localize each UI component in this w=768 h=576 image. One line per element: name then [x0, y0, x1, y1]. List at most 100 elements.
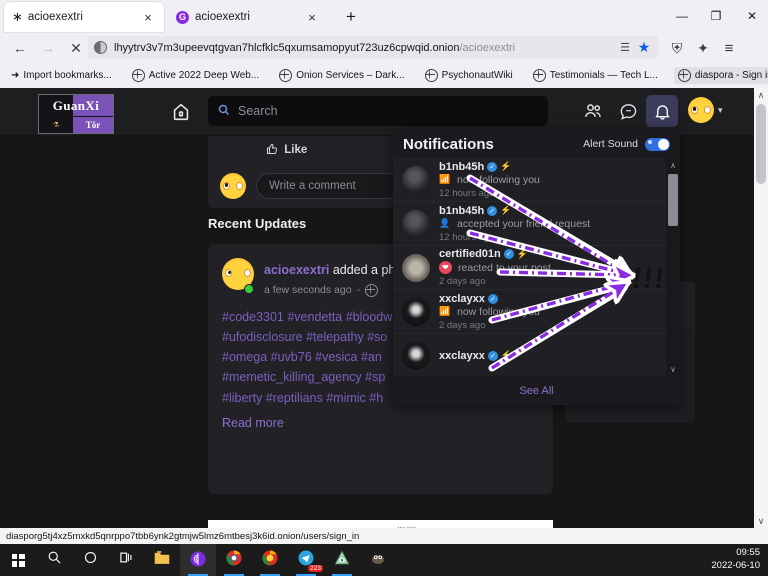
bell-icon[interactable]: [646, 95, 678, 127]
notification-username[interactable]: b1nb45h: [439, 161, 484, 173]
thumbs-up-icon: [266, 143, 278, 158]
search-button[interactable]: [36, 544, 72, 576]
verified-badge-icon: ✓: [487, 293, 498, 304]
like-button[interactable]: Like: [266, 143, 307, 158]
site-info-icon[interactable]: [94, 41, 107, 54]
bookmark-import[interactable]: ➜ Import bookmarks...: [7, 68, 116, 83]
circle-icon: [83, 550, 98, 570]
address-bar[interactable]: lhyytrv3v7m3upeevqtgvan7hlcfklc5qxumsamo…: [88, 36, 658, 59]
post-avatar[interactable]: [222, 258, 254, 295]
file-explorer-button[interactable]: [144, 544, 180, 576]
bookmark-testimonials[interactable]: Testimonials — Tech L...: [529, 67, 662, 84]
tor-icon: [189, 550, 207, 571]
scroll-down-icon[interactable]: ∨: [666, 362, 680, 376]
bookmark-active-deep-web[interactable]: Active 2022 Deep Web...: [128, 67, 263, 84]
avatar: [402, 165, 430, 194]
cortana-button[interactable]: [72, 544, 108, 576]
chrome-app-1-button[interactable]: [216, 544, 252, 576]
notifications-list[interactable]: b1nb45h ✓ ⚡ 📶 now following you 12 hours…: [393, 158, 666, 376]
telegram-badge: 223: [308, 565, 323, 572]
friends-icon[interactable]: [578, 97, 608, 125]
post-author[interactable]: acioexextri: [264, 263, 329, 277]
notification-item[interactable]: b1nb45h ✓ ⚡ 📶 now following you 12 hours…: [393, 158, 666, 202]
browser-tab-2[interactable]: G acioexextri ×: [168, 2, 328, 32]
page-scrollbar[interactable]: ∧ ∨: [754, 88, 768, 528]
alert-sound-toggle[interactable]: [645, 137, 670, 151]
bookmark-diaspora-sign-in[interactable]: diaspora - Sign in: [673, 67, 768, 84]
tab-strip: ∗ acioexextri × G acioexextri × + — ❐ ✕: [0, 0, 768, 32]
shield-icon[interactable]: ⛨: [665, 36, 689, 60]
task-view-button[interactable]: [108, 544, 144, 576]
scroll-down-icon[interactable]: ∨: [754, 514, 768, 528]
notification-username[interactable]: b1nb45h: [439, 205, 484, 217]
stop-button[interactable]: ✕: [64, 36, 88, 60]
scroll-up-icon[interactable]: ∧: [666, 158, 680, 172]
bookmark-label: diaspora - Sign in: [694, 70, 768, 81]
back-button[interactable]: ←: [8, 36, 32, 60]
start-button[interactable]: [0, 544, 36, 576]
bookmark-label: Onion Services – Dark...: [296, 70, 405, 81]
notification-item[interactable]: certified01n ✓ ⚡ ❤ reacted to your post …: [393, 246, 666, 290]
new-identity-icon[interactable]: ✦: [691, 36, 715, 60]
see-all-link[interactable]: See All: [393, 376, 680, 405]
scrollbar-thumb[interactable]: [756, 104, 766, 184]
reader-mode-icon[interactable]: ☰: [617, 40, 633, 56]
bookmark-onion-services[interactable]: Onion Services – Dark...: [275, 67, 408, 84]
search-input[interactable]: Search: [208, 96, 548, 126]
bookmark-psychonautwiki[interactable]: PsychonautWiki: [421, 67, 517, 84]
user-menu[interactable]: ▾: [688, 97, 723, 123]
messages-icon[interactable]: [613, 97, 643, 125]
alert-sound-label: Alert Sound: [583, 138, 638, 150]
browser-chrome: ∗ acioexextri × G acioexextri × + — ❐ ✕ …: [0, 0, 768, 88]
notifications-scrollbar[interactable]: ∧ ∨: [666, 158, 680, 376]
notifications-header: Notifications Alert Sound: [393, 130, 680, 158]
globe-icon: [131, 69, 145, 82]
window-close-button[interactable]: ✕: [738, 4, 766, 28]
taskbar: 223: [0, 544, 768, 576]
post-image[interactable]: MarketSocialism Mutualism RicardianSocia…: [208, 520, 553, 528]
search-icon: [218, 104, 230, 119]
import-icon: ➜: [11, 70, 20, 81]
close-icon[interactable]: ×: [140, 9, 156, 25]
notification-username[interactable]: xxclayxx: [439, 293, 485, 305]
notification-item[interactable]: b1nb45h ✓ ⚡ 👤 accepted your friend reque…: [393, 202, 666, 246]
chevron-down-icon: ▾: [718, 104, 723, 115]
window-minimize-button[interactable]: —: [668, 4, 696, 28]
telegram-button[interactable]: 223: [288, 544, 324, 576]
gimp-icon: [369, 549, 387, 572]
window-maximize-button[interactable]: ❐: [702, 4, 730, 28]
folder-icon: [153, 550, 171, 571]
close-icon[interactable]: ×: [304, 9, 320, 25]
bookmark-star-icon[interactable]: ★: [636, 39, 652, 56]
notification-username[interactable]: certified01n: [439, 248, 501, 260]
avatar: [402, 209, 430, 238]
post-title: acioexextri added a photo: [264, 258, 413, 280]
scroll-up-icon[interactable]: ∧: [754, 88, 768, 102]
browser-tab-1[interactable]: ∗ acioexextri ×: [4, 2, 164, 32]
notification-item[interactable]: xxclayxx ✓ 📶 now following you 2 days ag…: [393, 290, 666, 334]
avatar: [402, 253, 430, 282]
chrome-app-2-button[interactable]: [252, 544, 288, 576]
forward-button[interactable]: →: [36, 36, 60, 60]
bookmark-label: PsychonautWiki: [441, 70, 513, 81]
notification-username[interactable]: xxclayxx: [439, 350, 485, 362]
notification-time: 12 hours ago: [439, 187, 495, 199]
alert-sound-control[interactable]: Alert Sound: [583, 137, 670, 151]
bookmark-label: Testimonials — Tech L...: [549, 70, 658, 81]
home-icon[interactable]: [170, 101, 192, 123]
guanxi-logo[interactable]: GuanXi ⚗ Tör: [38, 94, 114, 134]
magnifier-icon: [47, 550, 62, 570]
logo-badge-left: ⚗: [39, 116, 74, 133]
eye-app-button[interactable]: [324, 544, 360, 576]
gimp-button[interactable]: [360, 544, 396, 576]
tab-label: acioexextri: [195, 11, 250, 23]
taskbar-clock[interactable]: 09:55 2022-06-10: [711, 546, 760, 572]
notification-item[interactable]: xxclayxx ✓ ⚡: [393, 334, 666, 376]
tor-browser-button[interactable]: [180, 544, 216, 576]
chrome-icon: [225, 549, 243, 572]
logo-badge-right: Tör: [73, 116, 113, 133]
scrollbar-thumb[interactable]: [668, 174, 678, 226]
read-more-link[interactable]: Read more: [208, 408, 553, 430]
new-tab-button[interactable]: +: [340, 6, 362, 28]
hamburger-menu-icon[interactable]: ≡: [717, 36, 741, 60]
